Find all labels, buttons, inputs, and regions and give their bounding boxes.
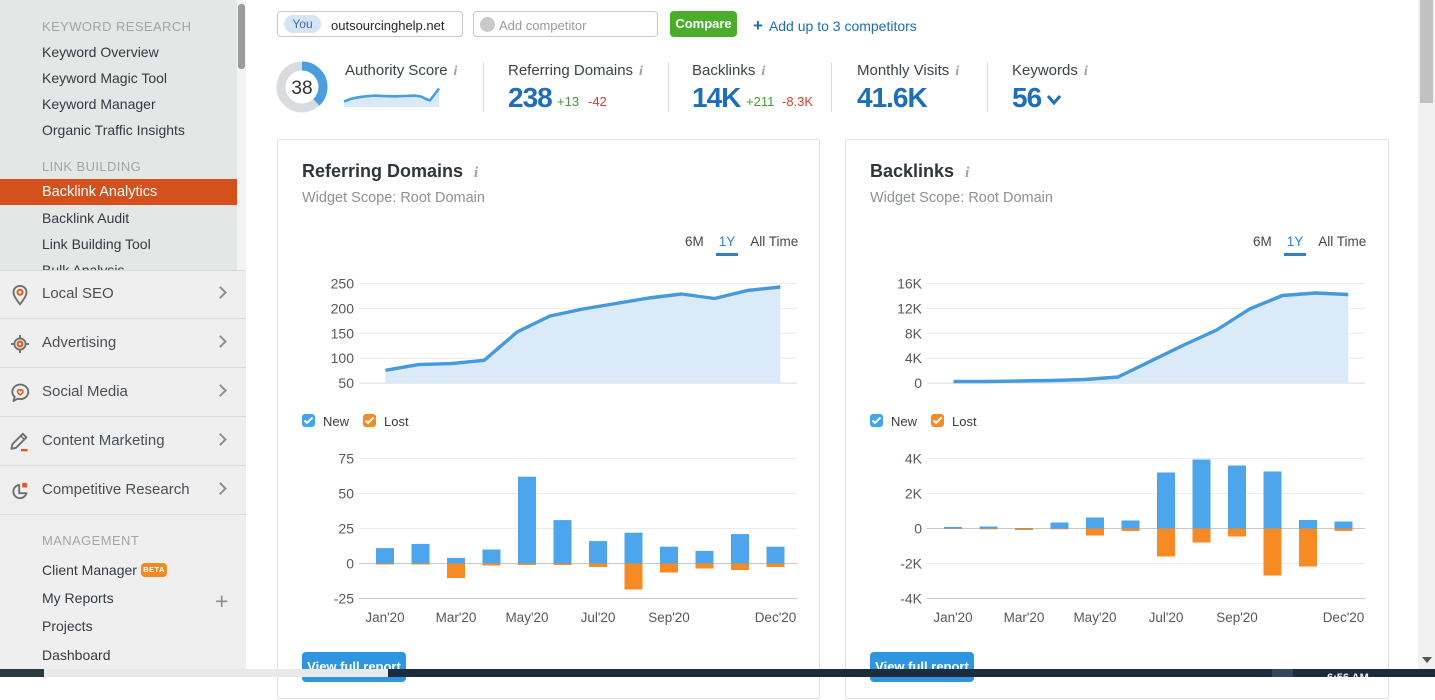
svg-text:May'20: May'20 [505,610,548,625]
svg-text:38: 38 [291,78,312,99]
svg-text:Sep'20: Sep'20 [1216,610,1258,625]
svg-text:Mar'20: Mar'20 [436,610,477,625]
svg-text:Sep'20: Sep'20 [648,610,690,625]
svg-text:Jul'20: Jul'20 [1149,610,1184,625]
svg-text:0: 0 [346,556,354,572]
svg-text:12K: 12K [897,300,923,316]
svg-text:Dec'20: Dec'20 [1323,610,1365,625]
svg-text:4K: 4K [905,451,923,467]
svg-text:Jan'20: Jan'20 [365,610,404,625]
svg-text:Jul'20: Jul'20 [581,610,616,625]
svg-text:May'20: May'20 [1073,610,1116,625]
svg-text:-25: -25 [334,591,354,607]
svg-text:Dec'20: Dec'20 [755,610,797,625]
svg-text:4K: 4K [905,350,923,366]
svg-text:Jan'20: Jan'20 [933,610,972,625]
svg-text:16K: 16K [897,276,923,292]
svg-text:75: 75 [338,451,354,467]
svg-text:150: 150 [331,325,355,341]
svg-text:200: 200 [331,300,355,316]
svg-text:2K: 2K [905,486,923,502]
svg-text:-2K: -2K [900,556,922,572]
svg-text:50: 50 [338,486,354,502]
svg-text:0: 0 [914,375,922,391]
svg-text:Mar'20: Mar'20 [1004,610,1045,625]
svg-text:25: 25 [338,521,354,537]
svg-text:0: 0 [914,521,922,537]
svg-text:100: 100 [331,350,355,366]
svg-text:250: 250 [331,276,355,292]
svg-text:8K: 8K [905,325,923,341]
svg-text:-4K: -4K [900,591,922,607]
svg-text:50: 50 [338,375,354,391]
